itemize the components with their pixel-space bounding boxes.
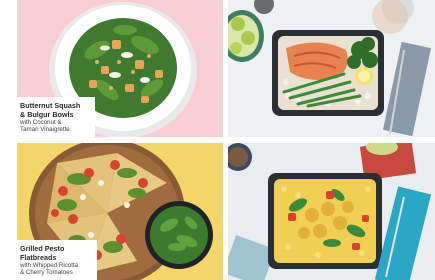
meal-title: Grilled Pesto Flatbreads <box>20 244 65 262</box>
curry-meal-photo <box>228 143 435 280</box>
meal-caption: Butternut Squash & Bulgur Bowls with Coc… <box>17 97 95 137</box>
meal-card-salmon-container[interactable] <box>228 0 435 137</box>
meal-card-curry-container[interactable] <box>228 143 435 280</box>
meal-subtitle: with Whipped Ricotta & Cherry Tomatoes <box>20 262 79 277</box>
meal-card-butternut-squash[interactable]: Butternut Squash & Bulgur Bowls with Coc… <box>17 0 223 137</box>
meal-subtitle: with Coconut & Tamari Vinaigrette <box>20 119 70 134</box>
meal-title: Butternut Squash & Bulgur Bowls <box>20 101 81 119</box>
salmon-meal-photo <box>228 0 435 137</box>
meal-caption: Grilled Pesto Flatbreads with Whipped Ri… <box>17 240 97 280</box>
meal-gallery: Butternut Squash & Bulgur Bowls with Coc… <box>0 0 435 280</box>
meal-card-pesto-flatbreads[interactable]: Grilled Pesto Flatbreads with Whipped Ri… <box>17 143 223 280</box>
